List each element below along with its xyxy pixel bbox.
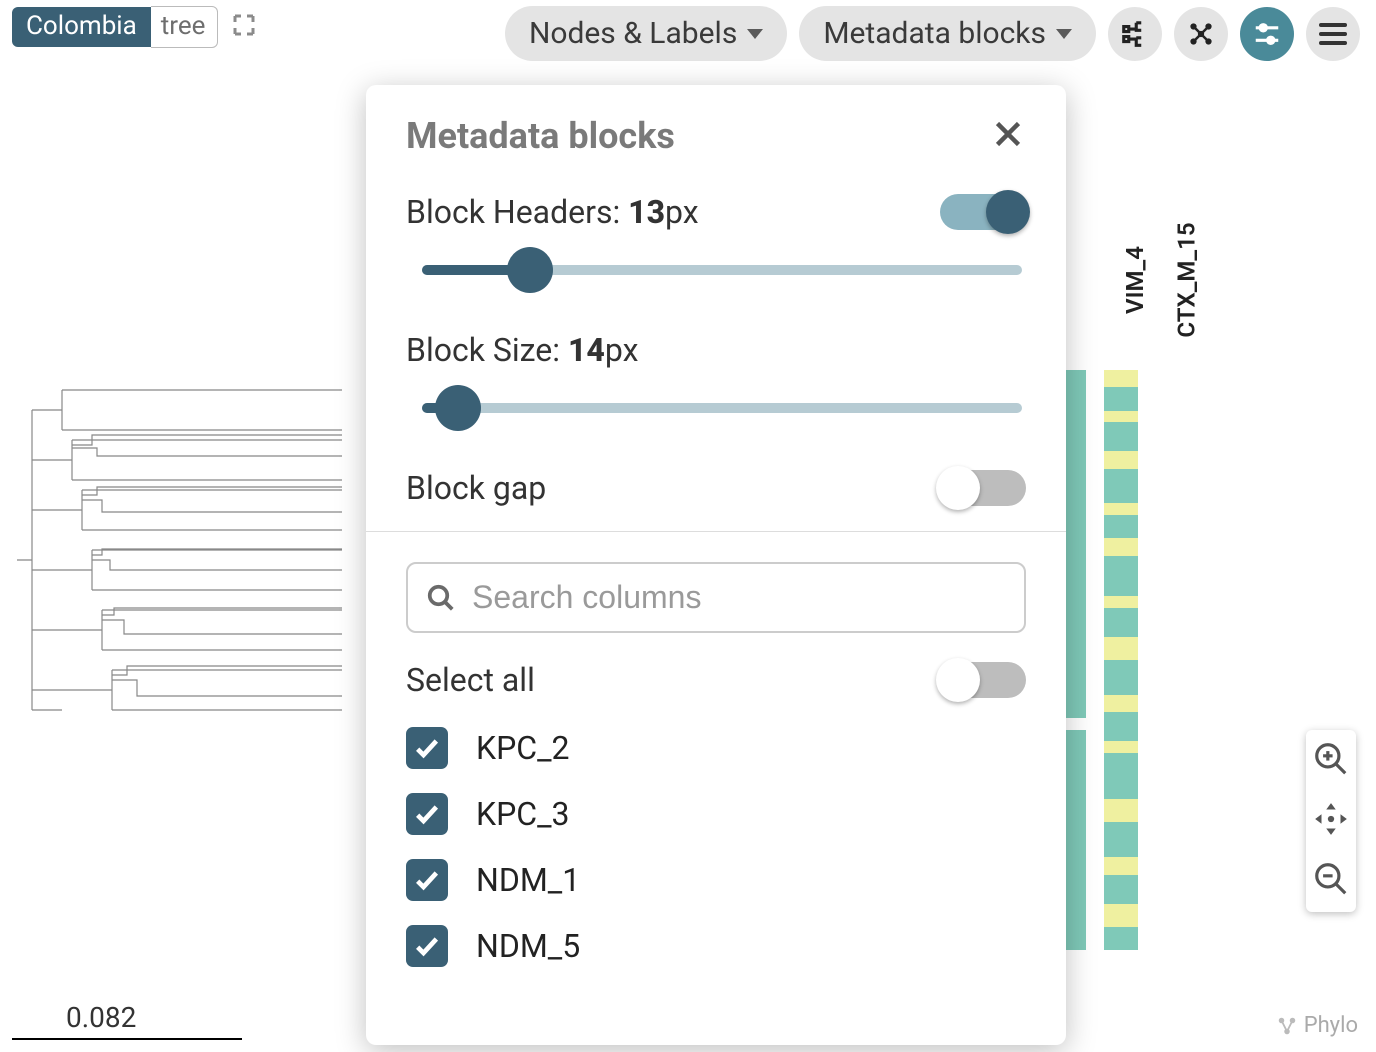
close-button[interactable] xyxy=(990,116,1026,156)
checkbox-checked[interactable] xyxy=(406,859,448,901)
search-icon xyxy=(426,583,456,613)
checkbox-checked[interactable] xyxy=(406,793,448,835)
block-size-label: Block Size: 14px xyxy=(406,331,638,369)
column-item[interactable]: KPC_3 xyxy=(406,793,1026,835)
phylo-tree[interactable] xyxy=(12,370,362,750)
settings-sliders-button[interactable] xyxy=(1240,7,1294,61)
column-label: NDM_5 xyxy=(476,927,580,965)
block-gap-toggle[interactable] xyxy=(940,470,1026,506)
metadata-blocks-dropdown[interactable]: Metadata blocks xyxy=(799,6,1096,61)
column-label: KPC_3 xyxy=(476,795,570,833)
watermark: Phylo xyxy=(1276,1013,1358,1038)
scale-label: 0.082 xyxy=(66,1001,136,1034)
column-label: NDM_1 xyxy=(476,861,580,899)
block-headers-slider[interactable] xyxy=(422,247,1022,291)
hamburger-icon xyxy=(1319,23,1347,45)
metadata-blocks-label: Metadata blocks xyxy=(823,16,1046,51)
chevron-down-icon xyxy=(1056,29,1072,39)
nodes-labels-dropdown[interactable]: Nodes & Labels xyxy=(505,6,787,61)
chevron-down-icon xyxy=(747,29,763,39)
panel-title: Metadata blocks xyxy=(406,115,675,157)
block-size-slider[interactable] xyxy=(422,385,1022,429)
breadcrumb: Colombia tree xyxy=(12,6,256,48)
select-all-label: Select all xyxy=(406,661,535,699)
divider xyxy=(366,531,1066,532)
metadata-blocks-panel: Metadata blocks Block Headers: 13px Bloc… xyxy=(366,85,1066,1045)
block-headers-toggle[interactable] xyxy=(940,194,1026,230)
pan-button[interactable] xyxy=(1312,800,1350,842)
heatmap-strip[interactable] xyxy=(1104,370,1138,950)
search-columns-box[interactable] xyxy=(406,562,1026,633)
column-item[interactable]: KPC_2 xyxy=(406,727,1026,769)
checkbox-checked[interactable] xyxy=(406,925,448,967)
checkbox-checked[interactable] xyxy=(406,727,448,769)
logo-icon xyxy=(1276,1015,1298,1037)
fullscreen-icon[interactable] xyxy=(232,13,256,41)
scale-line xyxy=(12,1038,242,1040)
search-columns-input[interactable] xyxy=(470,578,1006,617)
block-gap-label: Block gap xyxy=(406,469,546,507)
column-item[interactable]: NDM_5 xyxy=(406,925,1026,967)
column-item[interactable]: NDM_1 xyxy=(406,859,1026,901)
menu-button[interactable] xyxy=(1306,7,1360,61)
columns-list: KPC_2 KPC_3 NDM_1 NDM_5 xyxy=(406,727,1026,967)
network-button[interactable] xyxy=(1174,7,1228,61)
zoom-controls xyxy=(1306,730,1356,912)
breadcrumb-view[interactable]: tree xyxy=(151,6,219,48)
toolbar: Nodes & Labels Metadata blocks xyxy=(505,6,1360,61)
tree-layout-button[interactable] xyxy=(1108,7,1162,61)
heatmap-column: CTX_M_15 xyxy=(1104,200,1138,950)
block-headers-label: Block Headers: 13px xyxy=(406,193,699,231)
nodes-labels-label: Nodes & Labels xyxy=(529,16,737,51)
zoom-in-button[interactable] xyxy=(1312,740,1350,782)
select-all-toggle[interactable] xyxy=(940,662,1026,698)
column-label: KPC_2 xyxy=(476,729,570,767)
breadcrumb-project[interactable]: Colombia xyxy=(12,7,151,47)
zoom-out-button[interactable] xyxy=(1312,860,1350,902)
